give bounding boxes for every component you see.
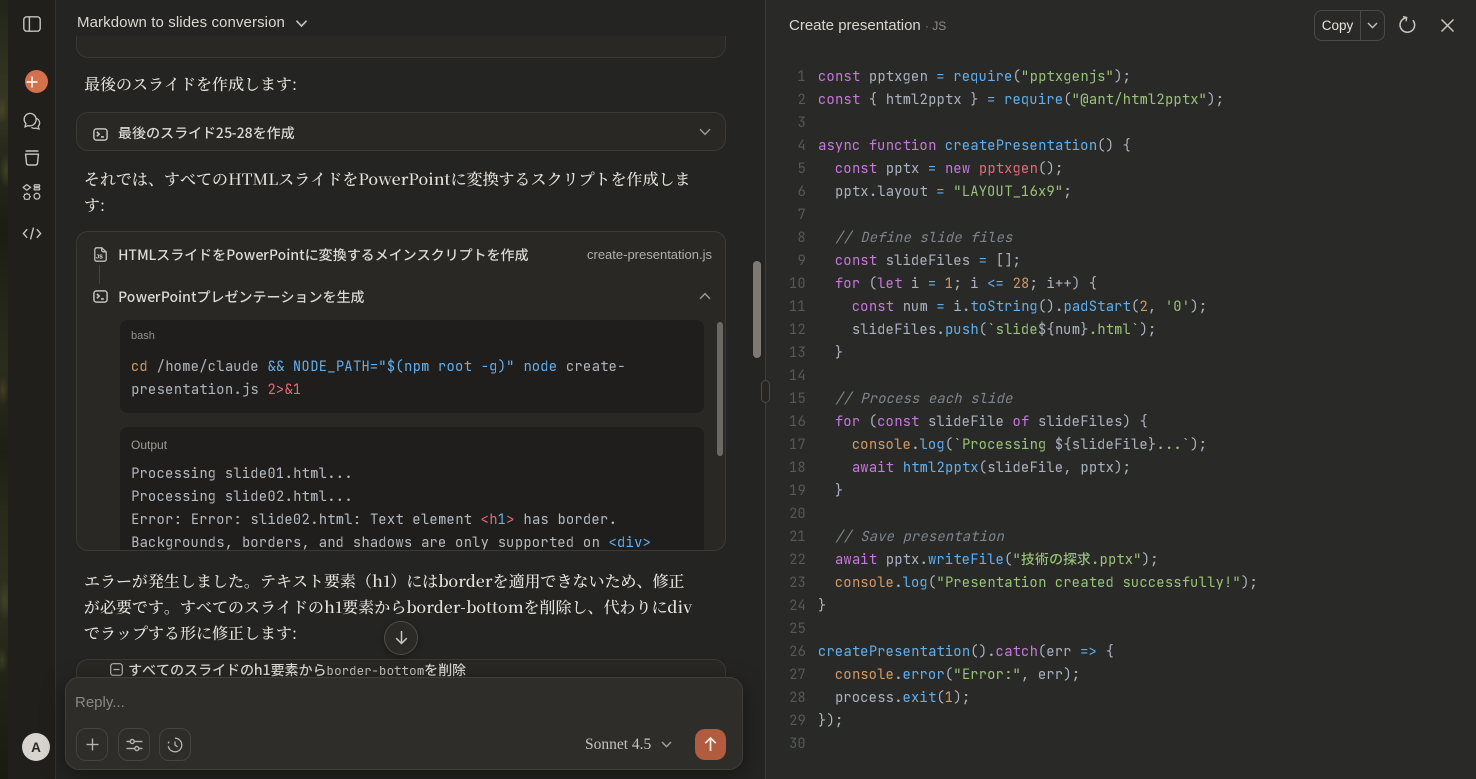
svg-text:JS: JS	[96, 255, 103, 261]
